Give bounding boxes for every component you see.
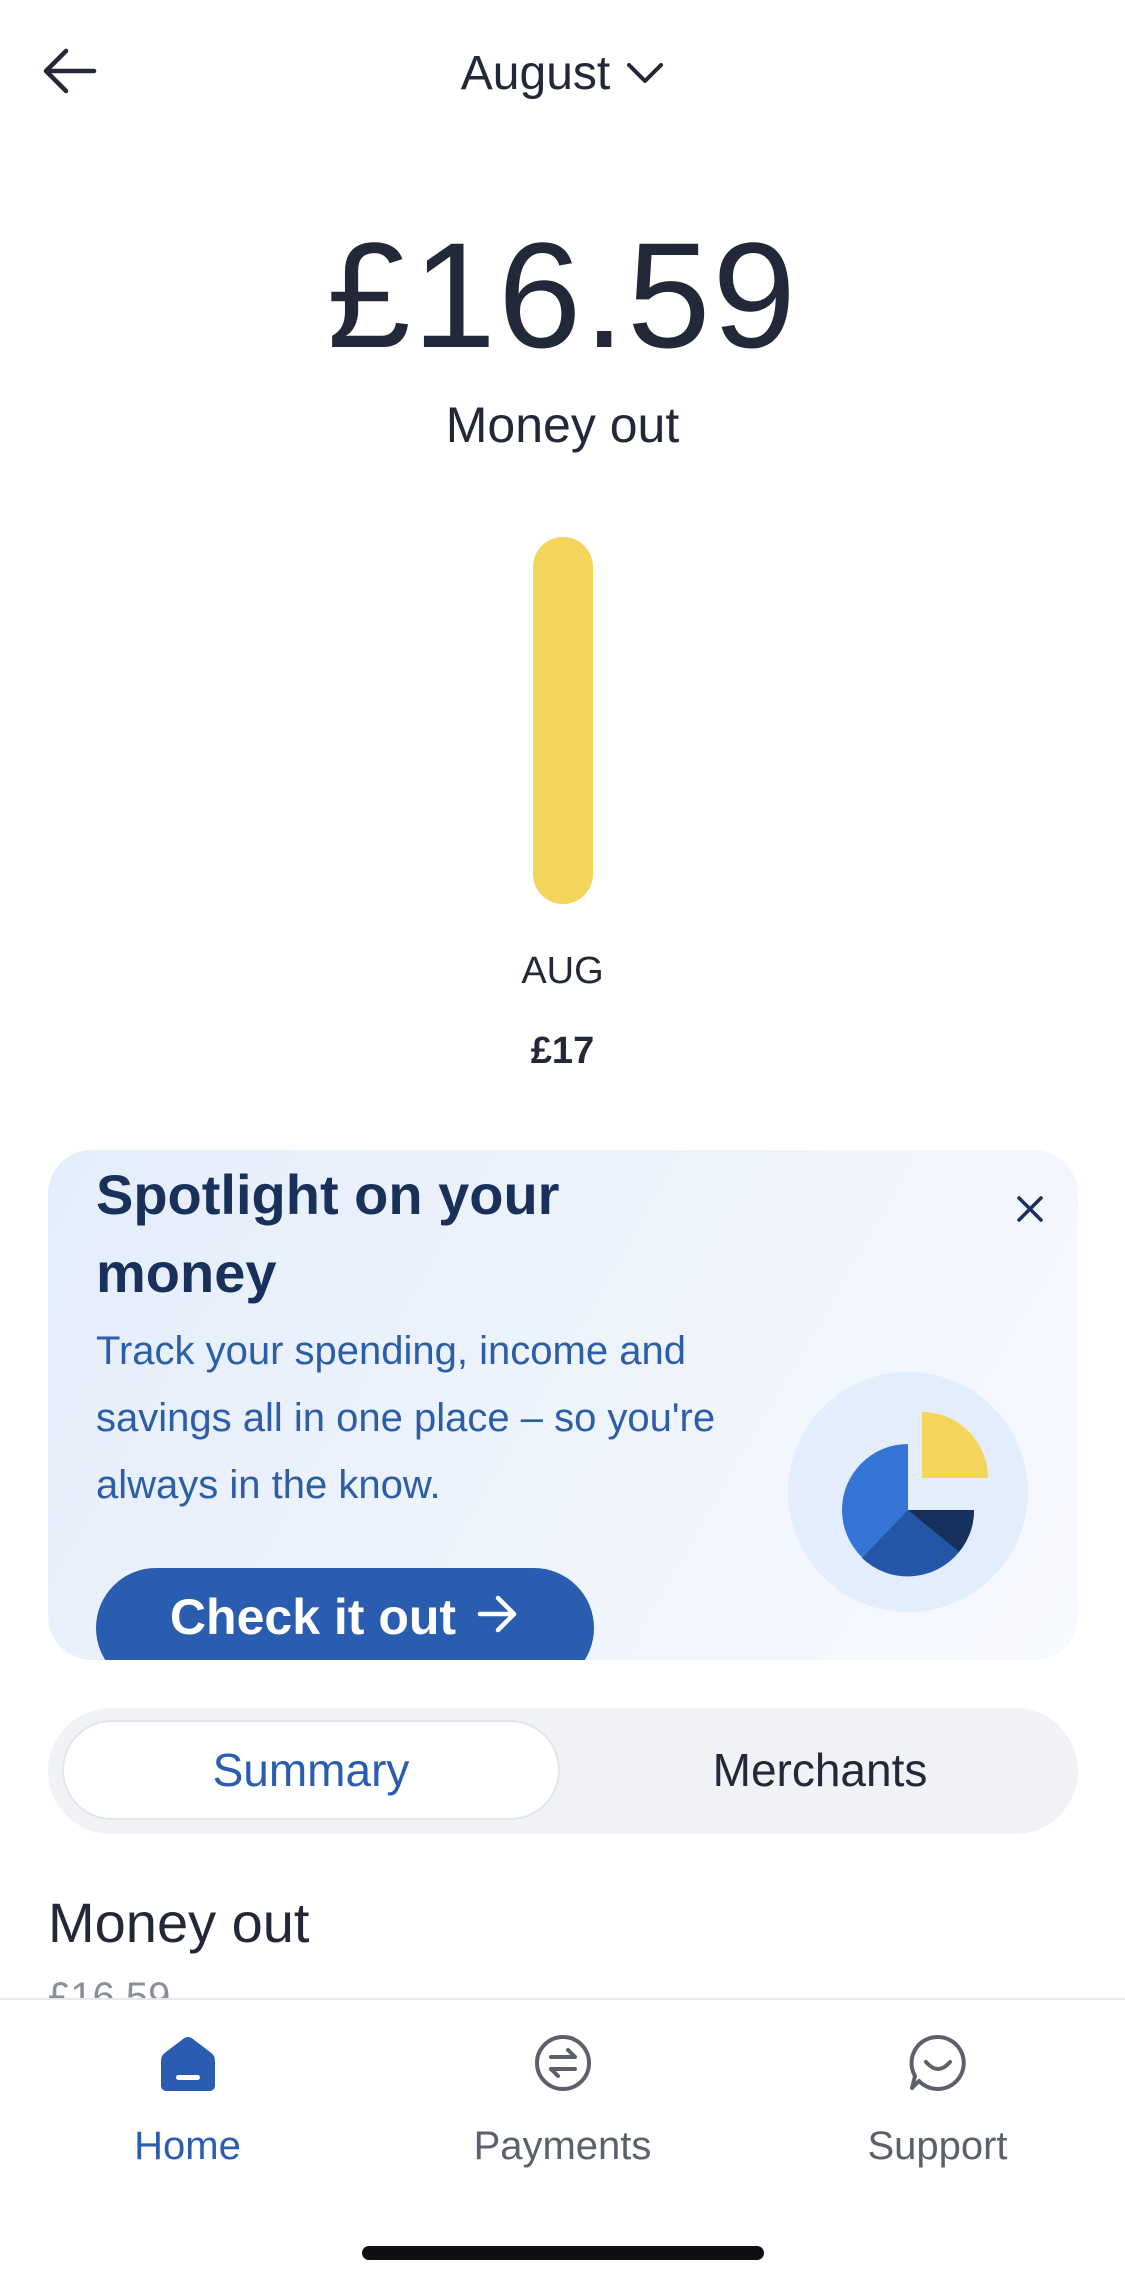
nav-item-payments[interactable]: Payments: [375, 2030, 750, 2169]
nav-item-support[interactable]: Support: [750, 2030, 1125, 2169]
spotlight-text: Track your spending, income and savings …: [96, 1329, 716, 1507]
support-icon: [905, 2030, 971, 2096]
close-button[interactable]: [1003, 1182, 1057, 1236]
nav-item-home[interactable]: Home: [0, 2030, 375, 2169]
home-indicator: [362, 2246, 764, 2260]
bottom-navigation: Home Payments Support: [0, 1998, 1125, 2286]
section-title: Money out: [48, 1891, 310, 1954]
money-out-amount: £16.59: [327, 211, 798, 379]
spotlight-title: Spotlight on your money: [96, 1163, 560, 1304]
chart-value-label: £17: [530, 1030, 595, 1072]
tab-merchants[interactable]: Merchants: [576, 1720, 1064, 1820]
view-segmented-control: Summary Merchants: [48, 1708, 1078, 1834]
section-amount: £16.59: [48, 1975, 171, 1998]
arrow-right-icon: [477, 1595, 517, 1633]
nav-label-payments: Payments: [473, 2124, 652, 2168]
nav-label-support: Support: [867, 2124, 1008, 2168]
pie-chart-icon: [842, 1412, 988, 1577]
payments-icon: [530, 2030, 596, 2096]
chart-bar-aug[interactable]: [533, 537, 593, 904]
money-out-label: Money out: [445, 397, 680, 453]
check-it-out-label: Check it out: [169, 1589, 457, 1645]
check-it-out-button[interactable]: Check it out: [96, 1568, 594, 1660]
tab-summary[interactable]: Summary: [62, 1720, 560, 1820]
chart-category-label: AUG: [521, 950, 604, 992]
close-icon: [1017, 1196, 1043, 1222]
spotlight-card: Spotlight on your money Track your spend…: [48, 1150, 1078, 1660]
home-icon: [155, 2030, 221, 2096]
month-selector[interactable]: August: [0, 38, 1125, 108]
pie-chart-illustration: [788, 1372, 1028, 1612]
chevron-down-icon: [627, 63, 664, 83]
month-label: August: [460, 46, 611, 100]
nav-label-home: Home: [134, 2124, 241, 2168]
